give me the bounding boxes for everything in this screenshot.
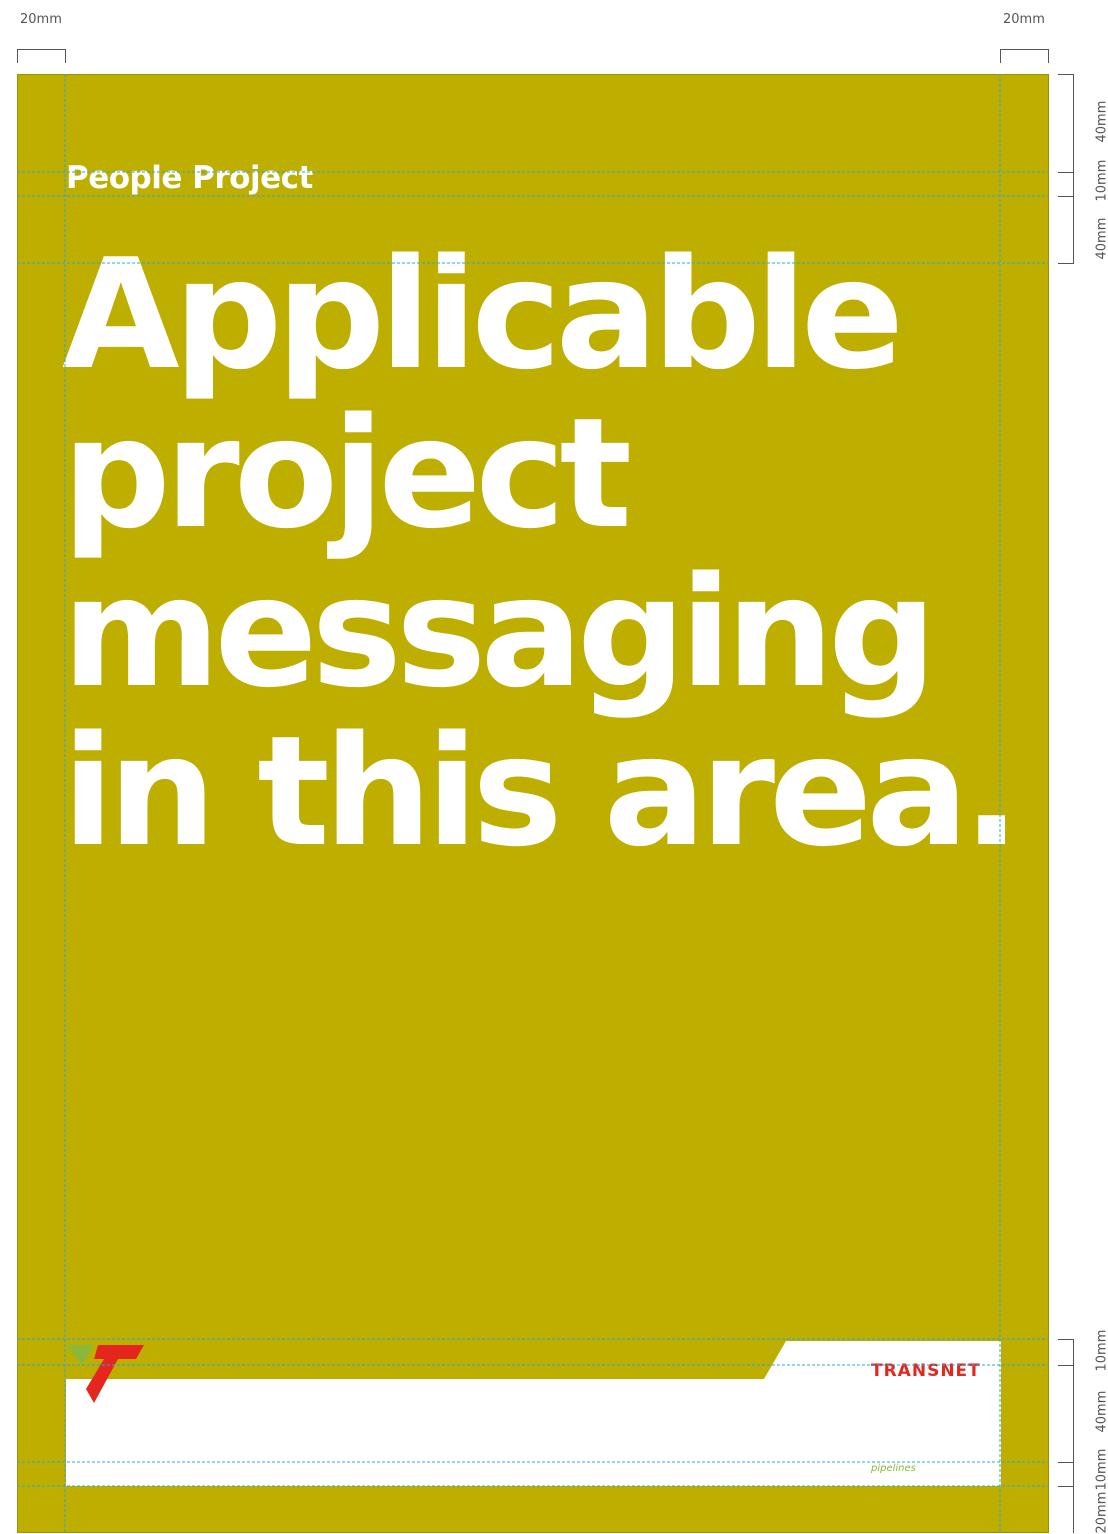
kicker-text: People Project (66, 160, 313, 196)
ruler-tick (1058, 1339, 1074, 1340)
ruler-tick (1058, 1365, 1074, 1366)
headline-line: Applicable (62, 235, 1012, 394)
headline: Applicable project messaging in this are… (62, 235, 1012, 871)
logo-subtitle: pipelines (871, 1463, 916, 1474)
ruler-tick (1058, 1486, 1074, 1487)
dimension-label-right-1: 40mm (1095, 103, 1108, 143)
ruler-tick (1058, 172, 1074, 173)
dimension-bracket-top-right (1000, 49, 1049, 63)
headline-line: in this area. (62, 712, 1012, 871)
footer-band: TRANSNET pipelines (66, 1341, 1001, 1486)
logo-wordmark: TRANSNET (871, 1361, 981, 1381)
poster: People Project Applicable project messag… (17, 74, 1049, 1533)
dimension-label-right-6: 10mm (1095, 1451, 1108, 1491)
ruler-tick (1058, 1462, 1074, 1463)
transnet-logo-icon (66, 1341, 146, 1407)
ruler-tick (1058, 196, 1074, 197)
dimension-label-right-3: 40mm (1095, 220, 1108, 260)
dimension-label-right-4: 10mm (1095, 1332, 1108, 1372)
dimension-label-top-right: 20mm (1003, 12, 1045, 27)
dimension-bracket-top-left (17, 49, 66, 63)
headline-line: messaging (62, 553, 1012, 712)
dimension-label-right-2: 10mm (1095, 162, 1108, 202)
dimension-ruler-right-bottom (1073, 1339, 1074, 1533)
dimension-label-top-left: 20mm (20, 12, 62, 27)
dimension-label-right-5: 40mm (1095, 1393, 1108, 1433)
ruler-tick (1058, 74, 1074, 75)
dimension-ruler-right-top (1073, 74, 1074, 264)
ruler-tick (1058, 263, 1074, 264)
footer-white-shape (66, 1341, 1001, 1486)
dimension-label-right-7: 20mm (1095, 1494, 1108, 1534)
headline-line: project (62, 394, 1012, 553)
